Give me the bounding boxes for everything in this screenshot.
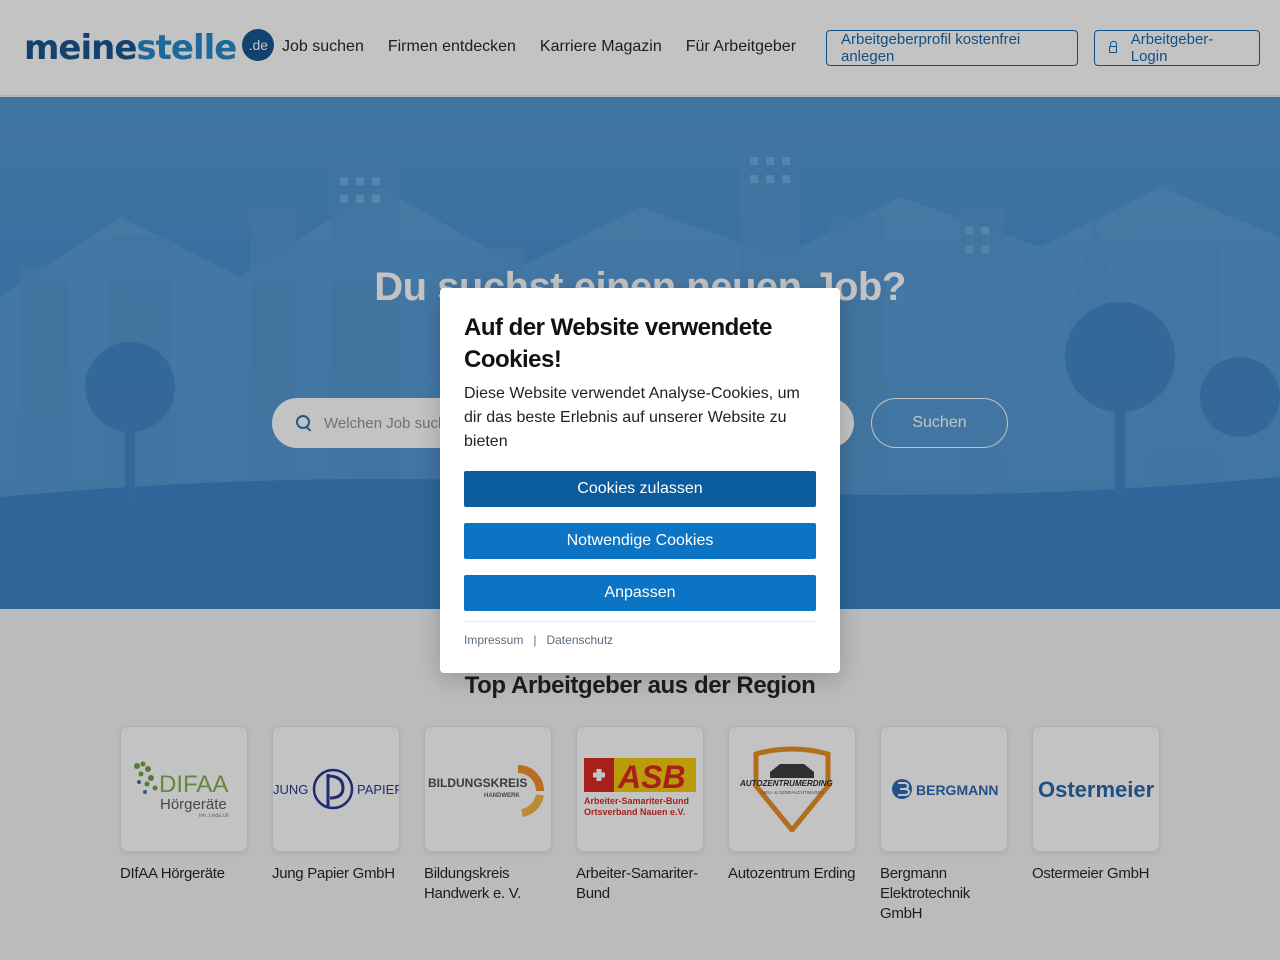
cookie-dialog-links: Impressum | Datenschutz xyxy=(464,633,816,647)
customize-cookies-button[interactable]: Anpassen xyxy=(464,575,816,611)
customize-cookies-button-label: Anpassen xyxy=(604,584,676,601)
accept-cookies-button-label: Cookies zulassen xyxy=(577,480,703,497)
cookie-dialog-text: Diese Website verwendet Analyse-Cookies,… xyxy=(464,385,800,450)
necessary-cookies-button[interactable]: Notwendige Cookies xyxy=(464,523,816,559)
imprint-link[interactable]: Impressum xyxy=(464,633,523,647)
link-separator: | xyxy=(533,633,537,647)
accept-cookies-button[interactable]: Cookies zulassen xyxy=(464,471,816,507)
privacy-link[interactable]: Datenschutz xyxy=(546,633,613,647)
cookie-dialog-divider xyxy=(464,621,816,622)
necessary-cookies-button-label: Notwendige Cookies xyxy=(566,532,714,549)
cookie-consent-dialog: Auf der Website verwendete Cookies! Dies… xyxy=(440,288,840,673)
cookie-dialog-title: Auf der Website verwendete Cookies! xyxy=(464,314,772,373)
